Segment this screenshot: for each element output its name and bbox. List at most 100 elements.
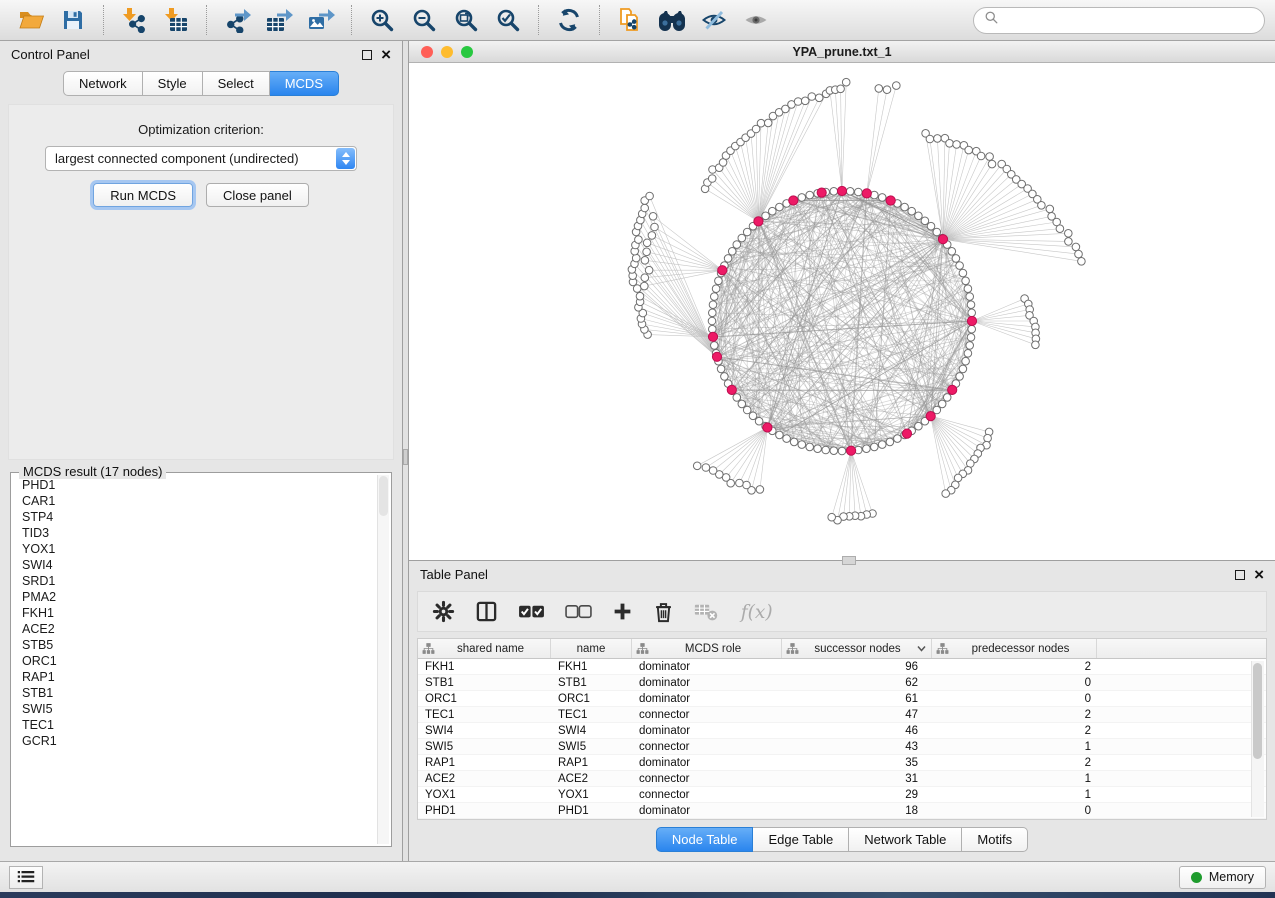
tab-node-table[interactable]: Node Table bbox=[656, 827, 754, 852]
table-row[interactable]: ORC1ORC1dominator610 bbox=[418, 691, 1266, 707]
table-settings-icon[interactable] bbox=[432, 600, 455, 623]
result-node[interactable]: STB1 bbox=[13, 685, 375, 701]
horizontal-splitter-handle-icon[interactable] bbox=[842, 556, 856, 565]
criterion-dropdown[interactable]: largest connected component (undirected) bbox=[45, 146, 357, 171]
close-panel-action-button[interactable]: Close panel bbox=[206, 183, 309, 207]
task-history-button[interactable] bbox=[9, 866, 43, 889]
cell-name: SWI4 bbox=[551, 725, 632, 737]
result-node[interactable]: CAR1 bbox=[13, 493, 375, 509]
result-node[interactable]: YOX1 bbox=[13, 541, 375, 557]
result-node[interactable]: SWI4 bbox=[13, 557, 375, 573]
select-all-rows-icon[interactable] bbox=[518, 604, 545, 620]
criterion-value: largest connected component (undirected) bbox=[55, 151, 299, 166]
cell-successor-nodes: 18 bbox=[782, 805, 932, 817]
column-header-predecessor-nodes[interactable]: predecessor nodes bbox=[932, 639, 1097, 658]
result-node[interactable]: PMA2 bbox=[13, 589, 375, 605]
table-row[interactable]: RAP1RAP1dominator352 bbox=[418, 755, 1266, 771]
tab-network-table[interactable]: Network Table bbox=[849, 827, 962, 852]
tab-edge-table[interactable]: Edge Table bbox=[753, 827, 849, 852]
status-bar: Memory bbox=[0, 861, 1275, 892]
deselect-all-rows-icon[interactable] bbox=[565, 604, 592, 620]
zoom-out-icon[interactable] bbox=[403, 3, 445, 37]
network-graph[interactable] bbox=[409, 63, 1275, 560]
result-node[interactable]: ORC1 bbox=[13, 653, 375, 669]
table-row[interactable]: YOX1YOX1connector291 bbox=[418, 787, 1266, 803]
column-header-shared-name[interactable]: shared name bbox=[418, 639, 551, 658]
cell-name: YOX1 bbox=[551, 789, 632, 801]
delete-column-icon[interactable] bbox=[653, 600, 674, 623]
dropdown-stepper-icon bbox=[336, 148, 355, 169]
cell-MCDS-role: dominator bbox=[632, 757, 782, 769]
cell-shared-name: ORC1 bbox=[418, 693, 551, 705]
cell-name: FKH1 bbox=[551, 661, 632, 673]
cell-shared-name: YOX1 bbox=[418, 789, 551, 801]
zoom-fit-icon[interactable] bbox=[445, 3, 487, 37]
close-table-panel-button[interactable]: × bbox=[1254, 570, 1264, 580]
float-table-panel-button[interactable] bbox=[1235, 570, 1245, 580]
tab-network[interactable]: Network bbox=[63, 71, 143, 96]
table-header-row: shared namenameMCDS rolesuccessor nodesp… bbox=[418, 639, 1266, 659]
column-header-successor-nodes[interactable]: successor nodes bbox=[782, 639, 932, 658]
table-row[interactable]: TEC1TEC1connector472 bbox=[418, 707, 1266, 723]
panel-splitter[interactable] bbox=[402, 41, 409, 861]
tab-motifs[interactable]: Motifs bbox=[962, 827, 1028, 852]
zoom-in-icon[interactable] bbox=[361, 3, 403, 37]
result-node[interactable]: GCR1 bbox=[13, 733, 375, 749]
save-session-icon[interactable] bbox=[52, 3, 94, 37]
table-row[interactable]: ACE2ACE2connector311 bbox=[418, 771, 1266, 787]
cell-successor-nodes: 61 bbox=[782, 693, 932, 705]
tab-mcds[interactable]: MCDS bbox=[270, 71, 339, 96]
memory-button[interactable]: Memory bbox=[1179, 866, 1266, 889]
result-scrollbar[interactable] bbox=[377, 475, 389, 844]
float-panel-button[interactable] bbox=[362, 50, 372, 60]
cell-predecessor-nodes: 2 bbox=[932, 661, 1097, 673]
network-window-titlebar[interactable]: YPA_prune.txt_1 bbox=[409, 41, 1275, 63]
import-table-icon[interactable] bbox=[155, 3, 197, 37]
clone-network-icon[interactable] bbox=[609, 3, 651, 37]
refresh-view-icon[interactable] bbox=[548, 3, 590, 37]
result-node[interactable]: TID3 bbox=[13, 525, 375, 541]
table-row[interactable]: SWI4SWI4dominator462 bbox=[418, 723, 1266, 739]
column-header-name[interactable]: name bbox=[551, 639, 632, 658]
column-header-MCDS-role[interactable]: MCDS role bbox=[632, 639, 782, 658]
result-node[interactable]: STP4 bbox=[13, 509, 375, 525]
search-input[interactable] bbox=[1006, 12, 1254, 29]
table-row[interactable]: FKH1FKH1dominator962 bbox=[418, 659, 1266, 675]
splitter-handle-icon[interactable] bbox=[403, 449, 408, 465]
cell-shared-name: RAP1 bbox=[418, 757, 551, 769]
open-file-icon[interactable] bbox=[10, 3, 52, 37]
table-scrollbar[interactable] bbox=[1251, 661, 1264, 817]
table-row[interactable]: PHD1PHD1dominator180 bbox=[418, 803, 1266, 819]
result-node[interactable]: SWI5 bbox=[13, 701, 375, 717]
run-mcds-button[interactable]: Run MCDS bbox=[93, 183, 193, 207]
cell-MCDS-role: dominator bbox=[632, 661, 782, 673]
tab-select[interactable]: Select bbox=[203, 71, 270, 96]
table-row[interactable]: SWI5SWI5connector431 bbox=[418, 739, 1266, 755]
result-node[interactable]: STB5 bbox=[13, 637, 375, 653]
toolbar-separator bbox=[599, 5, 600, 35]
cell-MCDS-role: dominator bbox=[632, 725, 782, 737]
result-node[interactable]: FKH1 bbox=[13, 605, 375, 621]
search-field[interactable] bbox=[973, 7, 1265, 34]
import-network-icon[interactable] bbox=[113, 3, 155, 37]
result-node[interactable]: ACE2 bbox=[13, 621, 375, 637]
mcds-result-list[interactable]: PHD1CAR1STP4TID3YOX1SWI4SRD1PMA2FKH1ACE2… bbox=[13, 477, 375, 844]
result-node[interactable]: RAP1 bbox=[13, 669, 375, 685]
network-canvas[interactable] bbox=[409, 63, 1275, 560]
result-node[interactable]: SRD1 bbox=[13, 573, 375, 589]
cell-shared-name: SWI4 bbox=[418, 725, 551, 737]
table-row[interactable]: STB1STB1dominator620 bbox=[418, 675, 1266, 691]
hide-selected-icon[interactable] bbox=[693, 3, 735, 37]
close-panel-button[interactable]: × bbox=[381, 50, 391, 60]
export-network-icon[interactable] bbox=[216, 3, 258, 37]
result-node[interactable]: TEC1 bbox=[13, 717, 375, 733]
zoom-selected-icon[interactable] bbox=[487, 3, 529, 37]
add-column-icon[interactable] bbox=[612, 601, 633, 622]
function-builder-icon: f(x) bbox=[739, 601, 773, 623]
export-table-icon[interactable] bbox=[258, 3, 300, 37]
export-image-icon[interactable] bbox=[300, 3, 342, 37]
result-node[interactable]: PHD1 bbox=[13, 477, 375, 493]
search-network-icon[interactable] bbox=[651, 3, 693, 37]
toggle-panel-icon[interactable] bbox=[475, 600, 498, 623]
tab-style[interactable]: Style bbox=[143, 71, 203, 96]
